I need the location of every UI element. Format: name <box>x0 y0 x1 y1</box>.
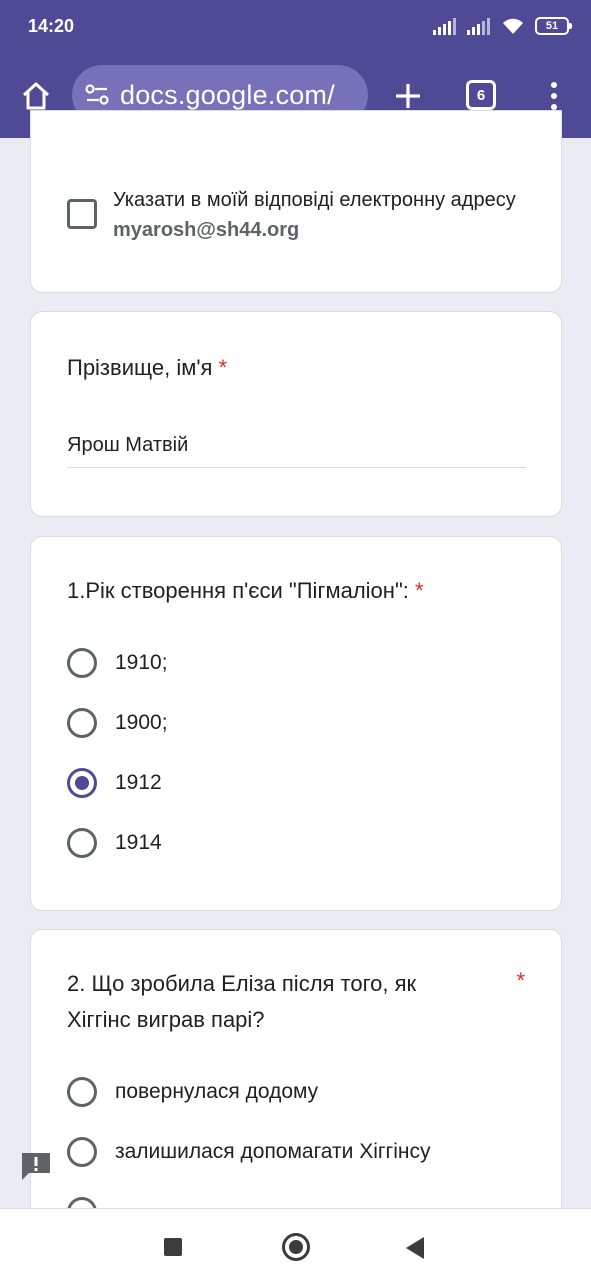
radio-button[interactable] <box>67 828 97 858</box>
email-address: myarosh@sh44.org <box>113 219 300 241</box>
radio-option[interactable]: 1912 <box>67 767 162 799</box>
radio-button[interactable] <box>67 708 97 738</box>
radio-option[interactable]: повернулася додому <box>67 1076 318 1108</box>
home-nav-icon[interactable] <box>282 1233 310 1261</box>
name-question-title: Прізвище, ім'я <box>67 355 213 380</box>
recents-icon[interactable] <box>164 1238 182 1256</box>
option-label[interactable]: 1900; <box>115 711 168 735</box>
option-label[interactable]: 1912 <box>115 771 162 795</box>
url-text[interactable]: docs.google.com/ <box>120 80 335 111</box>
question2-title-line2: Хіггінс виграв парі? <box>67 1007 265 1032</box>
email-checkbox[interactable] <box>67 199 97 229</box>
radio-option[interactable]: 1900; <box>67 707 168 739</box>
radio-option[interactable]: залишилася допомагати Хіггінсу <box>67 1136 430 1168</box>
required-mark: * <box>516 968 525 993</box>
email-checkbox-label[interactable]: Указати в моїй відповіді електронну адре… <box>113 185 533 245</box>
radio-button[interactable] <box>67 1137 97 1167</box>
question2-title-line1: 2. Що зробила Еліза після того, як <box>67 971 417 996</box>
radio-button[interactable] <box>67 1077 97 1107</box>
option-label[interactable]: залишилася допомагати Хіггінсу <box>115 1140 430 1164</box>
system-nav-bar <box>0 1208 591 1280</box>
option-label[interactable]: 1910; <box>115 651 168 675</box>
tab-switcher-button[interactable]: 6 <box>466 80 496 110</box>
new-tab-plus-icon <box>396 84 420 108</box>
signal-2-icon <box>467 18 490 35</box>
radio-button-selected[interactable] <box>67 768 97 798</box>
question1-title: 1.Рік створення п'єси "Пігмаліон": <box>67 578 409 603</box>
option-label[interactable]: повернулася додому <box>115 1080 318 1104</box>
question-title: Прізвище, ім'я * <box>67 350 227 386</box>
battery-icon: 51 <box>535 17 572 35</box>
signal-icon <box>433 18 456 35</box>
site-settings-icon[interactable] <box>84 82 110 108</box>
question-title: 1.Рік створення п'єси "Пігмаліон": * <box>67 573 424 609</box>
back-icon[interactable] <box>406 1237 424 1259</box>
email-label-prefix: Указати в моїй відповіді електронну адре… <box>113 189 516 211</box>
required-mark: * <box>218 355 228 380</box>
name-answer-input[interactable]: Ярош Матвій <box>67 430 526 468</box>
radio-button[interactable] <box>67 648 97 678</box>
question1-card: 1.Рік створення п'єси "Пігмаліон": * 191… <box>30 536 562 911</box>
report-feedback-icon[interactable] <box>20 1150 52 1182</box>
radio-option[interactable]: 1914 <box>67 827 162 859</box>
status-icons: 51 <box>433 14 572 38</box>
wifi-icon <box>503 18 523 34</box>
option-label[interactable]: 1914 <box>115 831 162 855</box>
name-question-card: Прізвище, ім'я * Ярош Матвій <box>30 311 562 517</box>
email-card: Указати в моїй відповіді електронну адре… <box>30 110 562 293</box>
required-mark: * <box>414 578 424 603</box>
question2-title: 2. Що зробила Еліза після того, як Хіггі… <box>67 966 416 1038</box>
radio-option[interactable]: 1910; <box>67 647 168 679</box>
status-time: 14:20 <box>28 16 75 36</box>
home-icon <box>22 82 50 110</box>
